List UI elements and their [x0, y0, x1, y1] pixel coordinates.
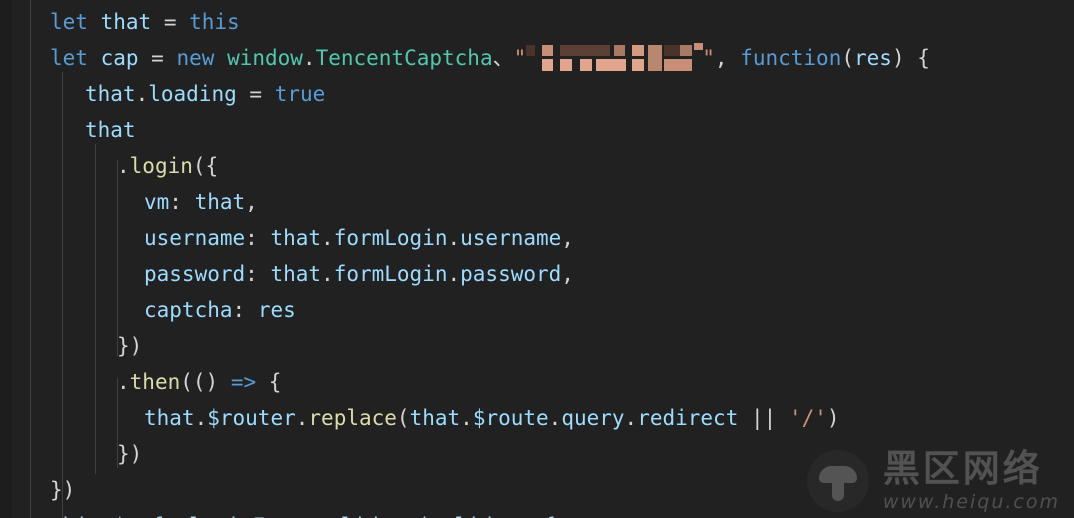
token-keyword: let — [50, 10, 88, 34]
token-variable: $router — [207, 406, 296, 430]
token-variable: that — [144, 406, 195, 430]
token-punctuation: , — [561, 262, 574, 286]
token-variable: vm — [144, 190, 170, 214]
token-punctuation: . — [321, 262, 334, 286]
token-punctuation: : — [245, 262, 271, 286]
token-variable: username — [144, 226, 246, 250]
code-line-clipped[interactable]: this.$refs.loginForm.validate(valid => { — [0, 508, 556, 518]
token-punctuation: ) — [826, 406, 840, 430]
token-keyword: this — [189, 10, 240, 34]
token-variable: formLogin — [333, 226, 448, 250]
token-punctuation: . — [302, 46, 316, 70]
token-punctuation: }) — [117, 334, 143, 358]
code-line[interactable]: captcha: res — [0, 292, 296, 328]
token-keyword: => — [230, 370, 257, 394]
code-line[interactable]: password: that.formLogin.password, — [0, 256, 574, 292]
token-variable: redirect — [637, 406, 739, 430]
token-variable: that — [85, 118, 136, 142]
code-line[interactable]: that.loading = true — [0, 76, 325, 112]
token-class: TencentCaptcha — [315, 46, 493, 70]
token-method: then — [129, 370, 181, 394]
token-punctuation: . — [548, 406, 562, 430]
token-variable: username — [460, 226, 562, 250]
code-line[interactable]: .then(() => { — [0, 364, 281, 400]
token-variable: captcha — [144, 298, 233, 322]
token-variable: loading — [148, 82, 237, 106]
code-line[interactable]: .login({ — [0, 148, 218, 184]
token-variable: res — [854, 46, 892, 70]
code-content[interactable]: let that = this let cap = new window.Tenc… — [0, 0, 1074, 518]
token-variable: that — [100, 10, 152, 34]
token-punctuation: ( — [396, 406, 410, 430]
code-line[interactable]: }) — [0, 436, 142, 472]
code-line[interactable]: that — [0, 112, 136, 148]
code-line[interactable]: }) — [0, 328, 142, 364]
token-punctuation: . — [321, 226, 334, 250]
token-punctuation: : — [169, 190, 195, 214]
token-variable: password — [460, 262, 562, 286]
token-punctuation: . — [117, 370, 130, 394]
token-punctuation: : — [245, 226, 271, 250]
token-punctuation — [214, 46, 227, 70]
token-method: replace — [308, 406, 397, 430]
token-punctuation: . — [447, 262, 461, 286]
token-punctuation: . — [135, 82, 149, 106]
token-variable: password — [144, 262, 246, 286]
token-punctuation: 、 — [492, 46, 514, 70]
token-variable: that — [270, 262, 322, 286]
token-variable: that — [409, 406, 461, 430]
token-punctuation: . — [447, 226, 461, 250]
token-variable: formLogin — [333, 262, 448, 286]
token-variable: query — [561, 406, 625, 430]
token-string: '/' — [788, 406, 827, 430]
token-punctuation: (() — [180, 370, 231, 394]
token-keyword: true — [274, 82, 326, 106]
token-punctuation: { — [256, 370, 282, 394]
code-line[interactable]: }) — [0, 472, 75, 508]
token-variable: that — [194, 190, 246, 214]
token-variable: that — [85, 82, 136, 106]
code-line[interactable]: vm: that, — [0, 184, 258, 220]
code-line[interactable]: that.$router.replace(that.$route.query.r… — [0, 400, 840, 436]
token-keyword: new — [176, 46, 215, 70]
token-punctuation — [88, 46, 101, 70]
token-punctuation: , — [714, 46, 741, 70]
token-punctuation: . — [194, 406, 208, 430]
token-punctuation: }) — [50, 478, 76, 502]
code-line[interactable]: let that = this — [0, 4, 240, 40]
token-punctuation: : — [232, 298, 258, 322]
token-punctuation: = — [151, 10, 190, 34]
token-punctuation: . — [460, 406, 473, 430]
token-punctuation: = — [236, 82, 275, 106]
token-punctuation: , — [561, 226, 574, 250]
code-line[interactable]: let cap = new window.TencentCaptcha、" ", … — [0, 40, 930, 76]
token-punctuation: || — [738, 406, 789, 430]
token-punctuation: ({ — [192, 154, 219, 178]
token-punctuation: . — [117, 154, 130, 178]
token-variable: that — [270, 226, 322, 250]
token-method: login — [129, 154, 193, 178]
token-punctuation: ) { — [891, 46, 930, 70]
token-keyword: function — [740, 46, 842, 70]
token-class: window — [227, 46, 303, 70]
code-editor[interactable]: let that = this let cap = new window.Tenc… — [0, 0, 1074, 518]
token-punctuation: . — [295, 406, 309, 430]
token-punctuation — [88, 10, 101, 34]
token-string: " — [513, 46, 527, 70]
redacted-mosaic — [526, 43, 704, 71]
token-punctuation: ( — [841, 46, 855, 70]
token-punctuation: . — [624, 406, 638, 430]
token-variable: cap — [100, 46, 139, 70]
token-punctuation: = — [138, 46, 177, 70]
token-punctuation: }) — [117, 442, 143, 466]
token-string: " — [702, 46, 715, 70]
token-punctuation: , — [245, 190, 258, 214]
token-keyword: let — [50, 46, 88, 70]
token-variable: res — [257, 298, 296, 322]
token-variable: $route — [472, 406, 549, 430]
code-line[interactable]: username: that.formLogin.username, — [0, 220, 574, 256]
